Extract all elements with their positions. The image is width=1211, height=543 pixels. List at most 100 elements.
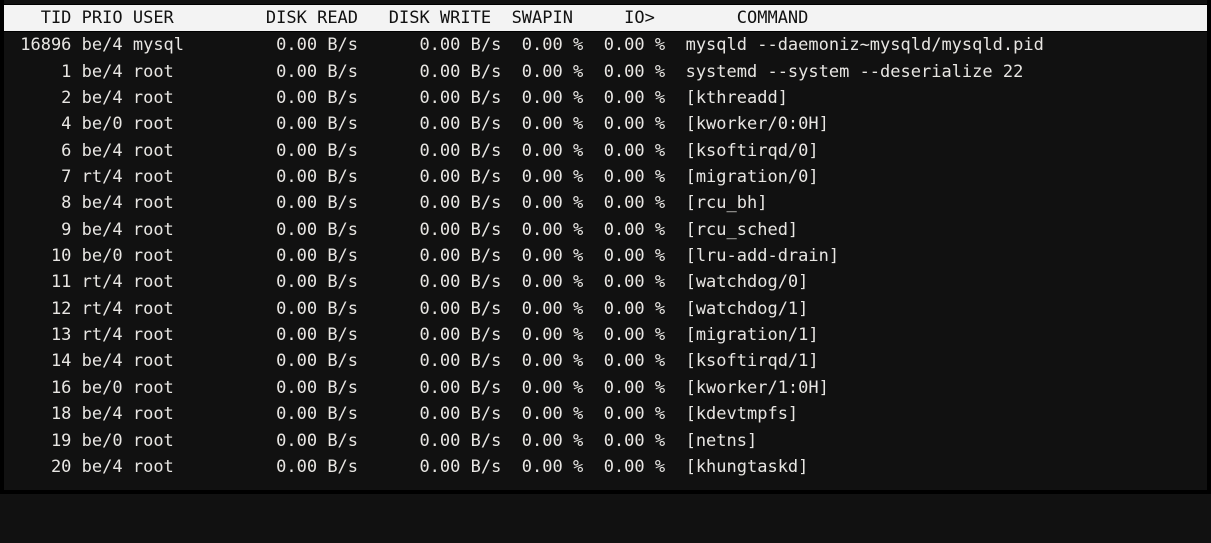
cell-disk-read: 0.00 B/s [245,299,388,319]
process-list[interactable]: 16896 be/4 mysql 0.00 B/s 0.00 B/s 0.00 … [4,32,1207,480]
cell-io: 0.00 % [604,404,686,424]
cell-tid: 14 [10,351,82,371]
cell-disk-write: 0.00 B/s [389,378,522,398]
table-row[interactable]: 8 be/4 root 0.00 B/s 0.00 B/s 0.00 % 0.0… [10,190,1207,216]
cell-disk-read: 0.00 B/s [245,325,388,345]
cell-io: 0.00 % [604,246,686,266]
cell-tid: 13 [10,325,82,345]
cell-disk-read: 0.00 B/s [245,351,388,371]
cell-command: [rcu_bh] [686,193,768,213]
cell-tid: 2 [10,88,82,108]
cell-prio: be/4 [82,62,133,82]
cell-user: root [133,62,246,82]
cell-command: [ksoftirqd/1] [686,351,819,371]
table-row[interactable]: 12 rt/4 root 0.00 B/s 0.00 B/s 0.00 % 0.… [10,296,1207,322]
cell-disk-write: 0.00 B/s [389,431,522,451]
cell-user: root [133,246,246,266]
cell-command: [watchdog/0] [686,272,809,292]
cell-prio: be/4 [82,404,133,424]
cell-disk-read: 0.00 B/s [245,378,388,398]
table-row[interactable]: 6 be/4 root 0.00 B/s 0.00 B/s 0.00 % 0.0… [10,138,1207,164]
table-row[interactable]: 18 be/4 root 0.00 B/s 0.00 B/s 0.00 % 0.… [10,401,1207,427]
cell-command: [migration/0] [686,167,819,187]
table-row[interactable]: 2 be/4 root 0.00 B/s 0.00 B/s 0.00 % 0.0… [10,85,1207,111]
table-row[interactable]: 1 be/4 root 0.00 B/s 0.00 B/s 0.00 % 0.0… [10,59,1207,85]
cell-disk-write: 0.00 B/s [389,457,522,477]
cell-swapin: 0.00 % [522,114,604,134]
table-row[interactable]: 10 be/0 root 0.00 B/s 0.00 B/s 0.00 % 0.… [10,243,1207,269]
cell-swapin: 0.00 % [522,457,604,477]
cell-io: 0.00 % [604,351,686,371]
cell-disk-read: 0.00 B/s [245,62,388,82]
cell-prio: rt/4 [82,299,133,319]
table-row[interactable]: 16 be/0 root 0.00 B/s 0.00 B/s 0.00 % 0.… [10,375,1207,401]
cell-tid: 6 [10,141,82,161]
cell-io: 0.00 % [604,378,686,398]
cell-disk-write: 0.00 B/s [389,299,522,319]
cell-user: root [133,193,246,213]
table-row[interactable]: 13 rt/4 root 0.00 B/s 0.00 B/s 0.00 % 0.… [10,322,1207,348]
cell-disk-read: 0.00 B/s [245,167,388,187]
cell-io: 0.00 % [604,167,686,187]
cell-prio: be/0 [82,431,133,451]
table-row[interactable]: 14 be/4 root 0.00 B/s 0.00 B/s 0.00 % 0.… [10,348,1207,374]
cell-prio: be/0 [82,378,133,398]
cell-command: systemd --system --deserialize 22 [686,62,1024,82]
cell-tid: 16896 [10,35,82,55]
cell-command: [watchdog/1] [686,299,809,319]
cell-prio: be/4 [82,457,133,477]
cell-disk-read: 0.00 B/s [245,246,388,266]
cell-command: [ksoftirqd/0] [686,141,819,161]
table-row[interactable]: 11 rt/4 root 0.00 B/s 0.00 B/s 0.00 % 0.… [10,269,1207,295]
table-row[interactable]: 19 be/0 root 0.00 B/s 0.00 B/s 0.00 % 0.… [10,428,1207,454]
cell-command: [kdevtmpfs] [686,404,799,424]
cell-disk-read: 0.00 B/s [245,88,388,108]
cell-io: 0.00 % [604,35,686,55]
table-row[interactable]: 20 be/4 root 0.00 B/s 0.00 B/s 0.00 % 0.… [10,454,1207,480]
column-header-row: TID PRIO USER DISK READ DISK WRITE SWAPI… [4,4,1207,32]
col-io: IO> [593,8,706,28]
cell-swapin: 0.00 % [522,351,604,371]
cell-prio: be/4 [82,351,133,371]
cell-disk-write: 0.00 B/s [389,220,522,240]
cell-prio: be/4 [82,141,133,161]
cell-disk-read: 0.00 B/s [245,35,388,55]
cell-tid: 10 [10,246,82,266]
cell-tid: 11 [10,272,82,292]
cell-disk-write: 0.00 B/s [389,35,522,55]
cell-io: 0.00 % [604,431,686,451]
cell-swapin: 0.00 % [522,404,604,424]
cell-prio: be/4 [82,88,133,108]
cell-user: root [133,325,246,345]
table-row[interactable]: 4 be/0 root 0.00 B/s 0.00 B/s 0.00 % 0.0… [10,111,1207,137]
cell-prio: rt/4 [82,325,133,345]
table-row[interactable]: 7 rt/4 root 0.00 B/s 0.00 B/s 0.00 % 0.0… [10,164,1207,190]
cell-io: 0.00 % [604,62,686,82]
cell-io: 0.00 % [604,299,686,319]
col-prio: PRIO [82,8,133,28]
cell-disk-read: 0.00 B/s [245,193,388,213]
cell-disk-write: 0.00 B/s [389,193,522,213]
table-row[interactable]: 16896 be/4 mysql 0.00 B/s 0.00 B/s 0.00 … [10,32,1207,58]
cell-tid: 12 [10,299,82,319]
cell-user: root [133,88,246,108]
cell-io: 0.00 % [604,325,686,345]
cell-io: 0.00 % [604,193,686,213]
cell-disk-write: 0.00 B/s [389,272,522,292]
cell-io: 0.00 % [604,114,686,134]
cell-prio: rt/4 [82,272,133,292]
cell-swapin: 0.00 % [522,193,604,213]
cell-disk-read: 0.00 B/s [245,141,388,161]
cell-disk-write: 0.00 B/s [389,88,522,108]
cell-tid: 4 [10,114,82,134]
cell-tid: 19 [10,431,82,451]
cell-disk-write: 0.00 B/s [389,246,522,266]
cell-user: root [133,299,246,319]
table-row[interactable]: 9 be/4 root 0.00 B/s 0.00 B/s 0.00 % 0.0… [10,217,1207,243]
cell-swapin: 0.00 % [522,167,604,187]
cell-swapin: 0.00 % [522,88,604,108]
cell-tid: 16 [10,378,82,398]
col-user: USER [133,8,246,28]
cell-disk-write: 0.00 B/s [389,114,522,134]
cell-tid: 20 [10,457,82,477]
